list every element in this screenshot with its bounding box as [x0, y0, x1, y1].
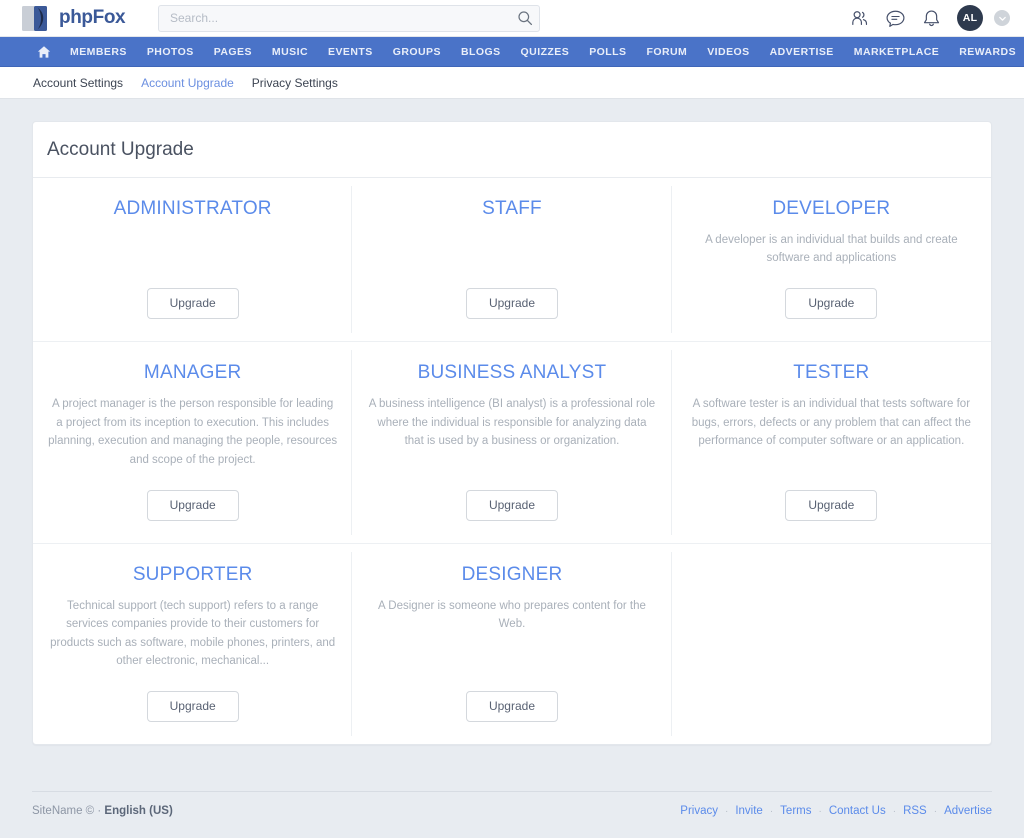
subnav-item-privacy-settings[interactable]: Privacy Settings [252, 76, 338, 90]
search-input[interactable] [158, 5, 540, 32]
dot-separator: · [934, 806, 937, 817]
footer-site-name: SiteName © [32, 805, 94, 817]
group-description: Technical support (tech support) refers … [48, 597, 338, 672]
search-icon[interactable] [517, 10, 533, 26]
page-content: Account Upgrade ADMINISTRATOR Upgrade ST… [0, 99, 1024, 745]
upgrade-button[interactable]: Upgrade [147, 288, 239, 319]
nav-item-events[interactable]: EVENTS [318, 37, 383, 67]
user-group-card: DEVELOPER A developer is an individual t… [672, 178, 991, 342]
footer-link-contact-us[interactable]: Contact Us [829, 805, 886, 817]
dot-separator: · [818, 806, 821, 817]
upgrade-button[interactable]: Upgrade [785, 288, 877, 319]
nav-item-videos[interactable]: VIDEOS [697, 37, 759, 67]
group-description: A developer is an individual that builds… [686, 231, 976, 268]
footer-links: Privacy · Invite · Terms · Contact Us · … [680, 805, 992, 817]
sub-navigation: Account Settings Account Upgrade Privacy… [0, 67, 1024, 99]
main-navigation: MEMBERS PHOTOS PAGES MUSIC EVENTS GROUPS… [0, 37, 1024, 67]
upgrade-button[interactable]: Upgrade [147, 490, 239, 521]
friends-icon[interactable] [849, 8, 870, 29]
brand-name: phpFox [59, 7, 125, 29]
user-group-card: STAFF Upgrade [352, 178, 671, 342]
footer-link-rss[interactable]: RSS [903, 805, 927, 817]
group-description: A business intelligence (BI analyst) is … [367, 395, 657, 451]
nav-item-advertise[interactable]: ADVERTISE [760, 37, 844, 67]
footer-link-terms[interactable]: Terms [780, 805, 811, 817]
footer-language[interactable]: English (US) [104, 805, 172, 817]
dot-separator: · [770, 806, 773, 817]
group-description: A Designer is someone who prepares conte… [367, 597, 657, 634]
upgrade-button[interactable]: Upgrade [466, 691, 558, 722]
account-upgrade-panel: Account Upgrade ADMINISTRATOR Upgrade ST… [32, 121, 992, 745]
fox-logo-icon [22, 5, 52, 32]
group-description: A software tester is an individual that … [686, 395, 976, 451]
dot-separator: · [893, 806, 896, 817]
panel-header: Account Upgrade [33, 122, 991, 178]
group-description: A project manager is the person responsi… [48, 395, 338, 470]
chevron-down-icon[interactable] [994, 10, 1010, 26]
brand-logo[interactable]: phpFox [22, 5, 150, 32]
nav-item-photos[interactable]: PHOTOS [137, 37, 204, 67]
nav-item-members[interactable]: MEMBERS [60, 37, 137, 67]
group-title: SUPPORTER [133, 564, 253, 587]
nav-item-blogs[interactable]: BLOGS [451, 37, 511, 67]
nav-item-pages[interactable]: PAGES [204, 37, 262, 67]
nav-item-marketplace[interactable]: MARKETPLACE [844, 37, 949, 67]
user-group-card: ADMINISTRATOR Upgrade [33, 178, 352, 342]
group-title: MANAGER [144, 362, 241, 385]
home-icon[interactable] [28, 37, 60, 67]
dot-separator: · [725, 806, 728, 817]
group-title: STAFF [482, 198, 542, 221]
nav-item-forum[interactable]: FORUM [636, 37, 697, 67]
subnav-item-account-upgrade[interactable]: Account Upgrade [141, 76, 234, 90]
nav-item-rewards[interactable]: REWARDS [949, 37, 1024, 67]
upgrade-button[interactable]: Upgrade [147, 691, 239, 722]
user-group-grid: ADMINISTRATOR Upgrade STAFF Upgrade DEVE… [33, 178, 991, 744]
group-title: DEVELOPER [772, 198, 890, 221]
group-title: BUSINESS ANALYST [418, 362, 607, 385]
page-title: Account Upgrade [47, 139, 991, 161]
footer-link-invite[interactable]: Invite [735, 805, 763, 817]
upgrade-button[interactable]: Upgrade [785, 490, 877, 521]
top-bar: phpFox [0, 0, 1024, 37]
footer-site-info: SiteName © · English (US) [32, 805, 173, 817]
group-title: ADMINISTRATOR [114, 198, 272, 221]
subnav-item-account-settings[interactable]: Account Settings [33, 76, 123, 90]
footer-separator: · [97, 805, 101, 817]
user-group-card: MANAGER A project manager is the person … [33, 342, 352, 543]
search-box [158, 5, 540, 32]
empty-cell [672, 544, 991, 744]
user-group-card: BUSINESS ANALYST A business intelligence… [352, 342, 671, 543]
top-bar-actions: AL [849, 5, 1010, 31]
nav-item-polls[interactable]: POLLS [579, 37, 636, 67]
upgrade-button[interactable]: Upgrade [466, 288, 558, 319]
nav-item-groups[interactable]: GROUPS [383, 37, 451, 67]
group-title: DESIGNER [462, 564, 563, 587]
footer-link-advertise[interactable]: Advertise [944, 805, 992, 817]
message-icon[interactable] [885, 8, 906, 29]
user-group-card: DESIGNER A Designer is someone who prepa… [352, 544, 671, 744]
nav-item-quizzes[interactable]: QUIZZES [511, 37, 580, 67]
group-title: TESTER [793, 362, 869, 385]
footer: SiteName © · English (US) Privacy · Invi… [0, 792, 1024, 817]
footer-link-privacy[interactable]: Privacy [680, 805, 718, 817]
user-group-card: TESTER A software tester is an individua… [672, 342, 991, 543]
upgrade-button[interactable]: Upgrade [466, 490, 558, 521]
avatar[interactable]: AL [957, 5, 983, 31]
bell-icon[interactable] [921, 8, 942, 29]
user-group-card: SUPPORTER Technical support (tech suppor… [33, 544, 352, 744]
nav-item-music[interactable]: MUSIC [262, 37, 318, 67]
